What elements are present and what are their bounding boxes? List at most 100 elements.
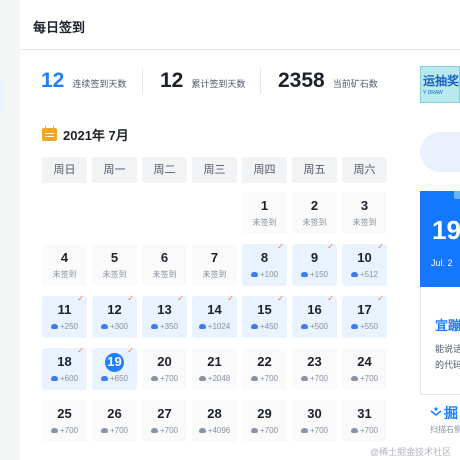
day-number: 25 xyxy=(57,406,72,421)
calendar-day-cell[interactable]: 5 未签到 xyxy=(92,244,137,286)
day-number: 11 xyxy=(57,302,72,317)
stat-ore-count: 2358 当前矿石数 xyxy=(278,68,378,94)
ore-icon xyxy=(50,376,58,381)
day-number: 18 xyxy=(57,354,72,369)
sidebar-active-tab[interactable] xyxy=(0,78,4,112)
calendar-day-cell[interactable]: 25 +700 xyxy=(42,400,87,442)
calendar-day-cell[interactable]: ✓ 18 +600 xyxy=(42,346,87,390)
sub-text: +300 xyxy=(109,322,129,331)
sub-text: +250 xyxy=(59,322,79,331)
ore-icon xyxy=(350,376,358,381)
ore-icon xyxy=(198,428,206,433)
ore-reward: +300 xyxy=(92,322,137,332)
calendar-day-cell[interactable]: 21 +2048 xyxy=(192,348,237,390)
calendar-day-cell[interactable]: ✓ 15 +450 xyxy=(242,294,287,338)
ore-reward: +700 xyxy=(292,374,337,384)
calendar-day-cell[interactable]: 4 未签到 xyxy=(42,244,87,286)
calendar-day-cell[interactable]: ✓ 11 +250 xyxy=(42,294,87,338)
ore-reward: +550 xyxy=(342,322,387,332)
sub-text: +700 xyxy=(309,374,329,383)
stat-value: 12 xyxy=(160,69,184,92)
banner-date: Jul. 2 xyxy=(431,258,453,268)
calendar-day-cell[interactable]: ✓ 17 +550 xyxy=(342,294,387,338)
promo-title: 运抽奖 xyxy=(423,74,460,88)
ore-icon xyxy=(350,272,358,277)
sub-text: 未签到 xyxy=(152,270,177,279)
sub-text: 未签到 xyxy=(302,218,327,227)
calendar-day-cell[interactable]: ✓ 9 +150 xyxy=(292,242,337,286)
juejin-logo-icon xyxy=(430,407,442,417)
sub-text: +512 xyxy=(359,270,379,279)
calendar-grid: 1 未签到 2 未签到 3 未签到 4 未签到 5 未签到 6 未签到 7 未签到 ✓ 8 +100 ✓ 9 +150… xyxy=(42,192,387,442)
calendar-day-cell[interactable]: 22 +700 xyxy=(242,348,287,390)
calendar-icon xyxy=(42,125,57,141)
sign-in-panel: 每日签到 12 连续签到天数 12 累计签到天数 2358 当前矿石数 2021… xyxy=(20,0,460,460)
stat-value: 2358 xyxy=(278,69,325,92)
ore-icon xyxy=(250,428,258,433)
sub-text: 未签到 xyxy=(202,270,227,279)
side-action-button[interactable] xyxy=(420,132,460,172)
ore-reward: +500 xyxy=(292,322,337,332)
calendar-day-cell[interactable]: 28 +4096 xyxy=(192,400,237,442)
calendar-day-cell[interactable]: 7 未签到 xyxy=(192,244,237,286)
calendar-day-cell[interactable]: ✓ 13 +350 xyxy=(142,294,187,338)
calendar-day-cell[interactable]: 20 +700 xyxy=(142,348,187,390)
calendar-day-cell[interactable]: 6 未签到 xyxy=(142,244,187,286)
calendar-day-cell[interactable]: ✓ 8 +100 xyxy=(242,242,287,286)
fortune-card: 宜蹦 能说话 的代码 xyxy=(420,287,460,395)
weekday-header: 周二 xyxy=(142,157,187,183)
sub-text: +600 xyxy=(59,374,79,383)
day-number: 6 xyxy=(160,250,169,265)
banner-day-number: 19 xyxy=(432,215,460,245)
sub-text: +700 xyxy=(59,426,79,435)
calendar-day-cell[interactable]: 26 +700 xyxy=(92,400,137,442)
day-number: 3 xyxy=(360,198,369,213)
date-banner: 19 Jul. 2 xyxy=(420,191,460,287)
scan-hint: 扫描右侧 xyxy=(430,425,460,434)
ore-icon xyxy=(50,324,58,329)
calendar-day-cell[interactable]: 23 +700 xyxy=(292,348,337,390)
calendar-day-cell[interactable]: ✓ 14 +1024 xyxy=(192,294,237,338)
ore-reward: +1024 xyxy=(192,322,237,332)
calendar-day-cell[interactable]: 29 +700 xyxy=(242,400,287,442)
stat-label: 当前矿石数 xyxy=(332,79,378,89)
day-number: 15 xyxy=(257,302,272,317)
calendar-day-cell[interactable]: 2 未签到 xyxy=(292,192,337,234)
ore-icon xyxy=(300,376,308,381)
sub-text: +700 xyxy=(259,374,279,383)
day-number: 17 xyxy=(357,302,372,317)
sign-status: 未签到 xyxy=(192,270,237,280)
ore-reward: +650 xyxy=(92,374,137,384)
sub-text: +450 xyxy=(259,322,279,331)
calendar-day-cell[interactable]: 27 +700 xyxy=(142,400,187,442)
sub-text: +4096 xyxy=(207,426,231,435)
right-column: 运抽奖 Y DRAW 19 Jul. 2 宜蹦 能说话 的代码 掘 扫描右侧 xyxy=(398,50,460,460)
calendar-day-cell[interactable]: 3 未签到 xyxy=(342,192,387,234)
ore-reward: +2048 xyxy=(192,374,237,384)
calendar-day-cell[interactable]: ✓ 10 +512 xyxy=(342,242,387,286)
banner-tag-icon xyxy=(454,191,460,199)
lottery-promo-banner[interactable]: 运抽奖 Y DRAW xyxy=(420,66,460,103)
calendar-day-cell[interactable]: 31 +700 xyxy=(342,400,387,442)
divider xyxy=(142,68,143,94)
calendar-day-cell[interactable]: ✓ 19 +650 xyxy=(92,346,137,390)
calendar-day-cell[interactable]: ✓ 16 +500 xyxy=(292,294,337,338)
ore-reward: +700 xyxy=(242,374,287,384)
calendar-day-cell[interactable]: 1 未签到 xyxy=(242,192,287,234)
sub-text: +700 xyxy=(309,426,329,435)
ore-reward: +150 xyxy=(292,270,337,280)
sign-status: 未签到 xyxy=(292,218,337,228)
day-number: 5 xyxy=(110,250,119,265)
ore-reward: +700 xyxy=(92,426,137,436)
sub-text: +700 xyxy=(159,374,179,383)
ore-reward: +700 xyxy=(42,426,87,436)
calendar-day-cell[interactable]: 24 +700 xyxy=(342,348,387,390)
ore-reward: +250 xyxy=(42,322,87,332)
ore-icon xyxy=(150,428,158,433)
ore-reward: +700 xyxy=(342,426,387,436)
weekday-header: 周六 xyxy=(342,157,387,183)
day-number: 8 xyxy=(260,250,269,265)
calendar-day-cell[interactable]: ✓ 12 +300 xyxy=(92,294,137,338)
calendar-day-cell[interactable]: 30 +700 xyxy=(292,400,337,442)
day-number: 31 xyxy=(357,406,372,421)
